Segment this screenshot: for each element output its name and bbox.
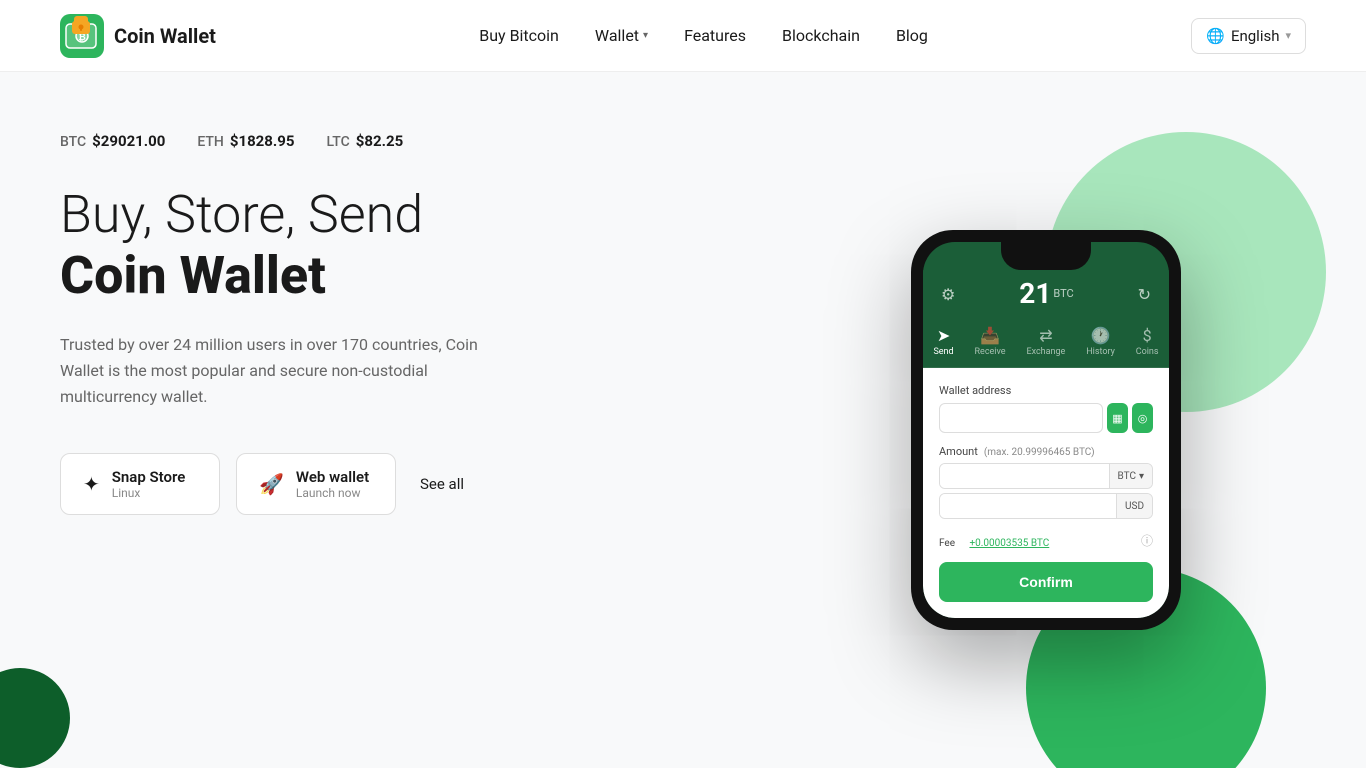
snap-store-icon: ✦ (83, 472, 100, 496)
exchange-icon: ⇄ (1039, 326, 1052, 345)
fee-amount[interactable]: +0.00003535 BTC (969, 538, 1049, 549)
globe-icon: 🌐 (1206, 27, 1225, 45)
see-all-link[interactable]: See all (420, 475, 464, 493)
logo-icon: ₿ (60, 14, 104, 58)
ltc-price-item: LTC $82.25 (326, 132, 403, 150)
fee-label: Fee (939, 538, 955, 549)
refresh-icon[interactable]: ↻ (1138, 285, 1151, 304)
web-wallet-button[interactable]: 🚀 Web wallet Launch now (236, 453, 396, 515)
btc-price-item: BTC $29021.00 (60, 132, 165, 150)
history-icon: 🕐 (1091, 326, 1111, 345)
app-nav-history[interactable]: 🕐 History (1086, 326, 1115, 357)
app-nav-exchange[interactable]: ⇄ Exchange (1026, 326, 1065, 357)
hero-description: Trusted by over 24 million users in over… (60, 332, 490, 409)
header: ₿ Coin Wallet Buy Bitcoin Wallet ▾ Featu… (0, 0, 1366, 72)
logo[interactable]: ₿ Coin Wallet (60, 14, 216, 58)
ltc-symbol: LTC (326, 134, 349, 150)
app-nav-send[interactable]: ➤ Send (933, 326, 953, 357)
app-send-form: Wallet address ▦ ◎ (923, 368, 1169, 618)
amount-group: Amount (max. 20.99996465 BTC) BTC ▾ (939, 445, 1153, 519)
nav-blockchain[interactable]: Blockchain (782, 26, 860, 45)
hero-subtitle: Buy, Store, Send (60, 186, 786, 243)
phone-screen: ⚙ 21BTC ↻ ➤ Send 📥 (923, 242, 1169, 618)
nav-features[interactable]: Features (684, 26, 746, 45)
cta-buttons: ✦ Snap Store Linux 🚀 Web wallet Launch n… (60, 453, 786, 515)
btc-amount-row: BTC ▾ (939, 463, 1153, 489)
send-icon: ➤ (937, 326, 950, 345)
nav-wallet[interactable]: Wallet ▾ (595, 26, 648, 45)
crypto-prices: BTC $29021.00 ETH $1828.95 LTC $82.25 (60, 132, 786, 150)
fee-info-icon[interactable]: ⓘ (1141, 532, 1153, 549)
app-nav-receive[interactable]: 📥 Receive (975, 326, 1006, 357)
dropdown-icon: ▾ (1139, 471, 1144, 482)
amount-label: Amount (939, 445, 978, 458)
eth-symbol: ETH (197, 134, 224, 150)
hero-section: BTC $29021.00 ETH $1828.95 LTC $82.25 Bu… (60, 112, 786, 515)
main-nav: Buy Bitcoin Wallet ▾ Features Blockchain… (479, 26, 928, 45)
main-content: BTC $29021.00 ETH $1828.95 LTC $82.25 Bu… (0, 72, 1366, 768)
nav-blog[interactable]: Blog (896, 26, 928, 45)
eth-price: $1828.95 (230, 132, 295, 150)
app-header: ⚙ 21BTC ↻ (923, 270, 1169, 322)
eth-price-item: ETH $1828.95 (197, 132, 294, 150)
usd-amount-input[interactable] (940, 494, 1116, 518)
chevron-down-icon: ▾ (643, 30, 648, 41)
hero-title: Coin Wallet (60, 247, 786, 304)
logo-text: Coin Wallet (114, 24, 216, 48)
app-nav-coins[interactable]: $ Coins (1136, 326, 1159, 357)
wallet-address-input[interactable] (939, 403, 1103, 433)
phone-notch (1001, 242, 1091, 270)
settings-icon[interactable]: ⚙ (941, 285, 955, 304)
app-nav: ➤ Send 📥 Receive ⇄ Exchange 🕐 (923, 322, 1169, 368)
btc-amount-input[interactable] (940, 464, 1109, 488)
coins-icon: $ (1143, 326, 1152, 345)
phone-frame: ⚙ 21BTC ↻ ➤ Send 📥 (911, 230, 1181, 630)
qr-code-button[interactable]: ▦ (1107, 403, 1128, 433)
btc-price: $29021.00 (92, 132, 165, 150)
amount-max: (max. 20.99996465 BTC) (984, 447, 1095, 458)
app-balance: 21BTC (1019, 280, 1073, 308)
receive-icon: 📥 (980, 326, 1000, 345)
usd-amount-row: USD (939, 493, 1153, 519)
fee-row: Fee +0.00003535 BTC ⓘ (939, 531, 1153, 550)
qr-icon: ▦ (1112, 412, 1122, 425)
location-icon: ◎ (1138, 412, 1148, 425)
snap-store-button[interactable]: ✦ Snap Store Linux (60, 453, 220, 515)
phone-mockup-section: ⚙ 21BTC ↻ ➤ Send 📥 (786, 112, 1306, 768)
paste-button[interactable]: ◎ (1132, 403, 1153, 433)
wallet-address-label: Wallet address (939, 384, 1153, 397)
decorative-circle-left (0, 668, 70, 768)
nav-buy-bitcoin[interactable]: Buy Bitcoin (479, 26, 559, 45)
btc-symbol: BTC (60, 134, 86, 150)
rocket-icon: 🚀 (259, 472, 284, 496)
chevron-down-icon: ▾ (1285, 29, 1291, 42)
confirm-button[interactable]: Confirm (939, 562, 1153, 602)
phone-mockup: ⚙ 21BTC ↻ ➤ Send 📥 (911, 230, 1181, 630)
btc-currency-label: BTC ▾ (1109, 464, 1152, 488)
wallet-address-group: Wallet address ▦ ◎ (939, 384, 1153, 433)
usd-currency-label: USD (1116, 494, 1152, 518)
ltc-price: $82.25 (356, 132, 403, 150)
language-selector[interactable]: 🌐 English ▾ (1191, 18, 1306, 54)
